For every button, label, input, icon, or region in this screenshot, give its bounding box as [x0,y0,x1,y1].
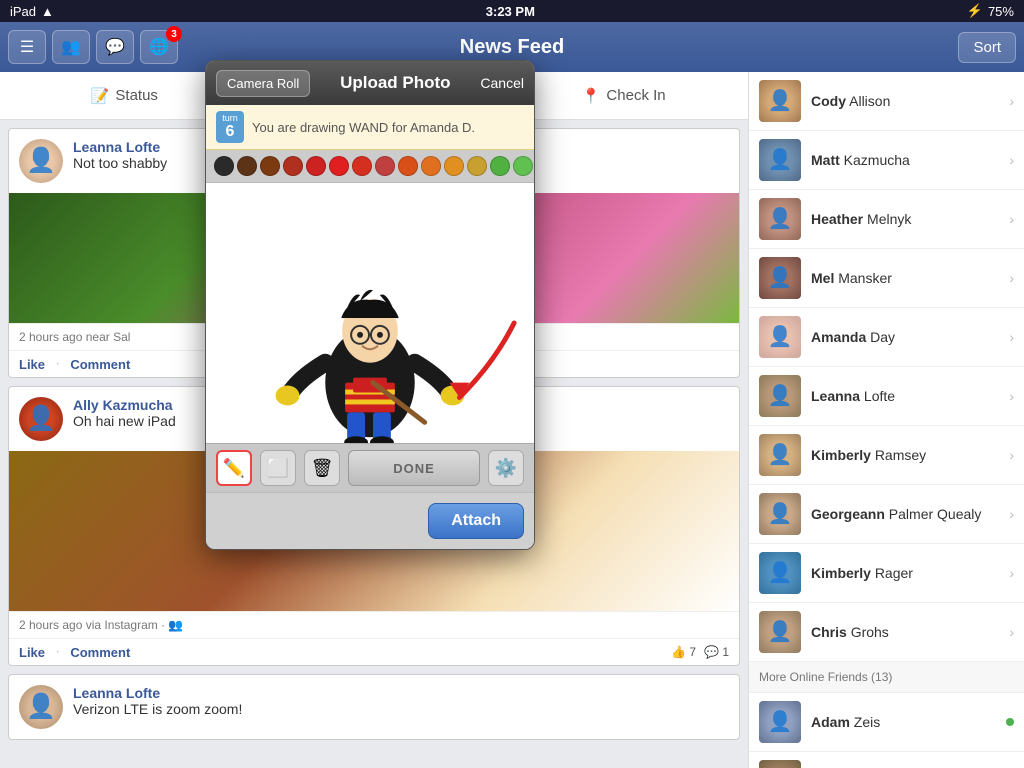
drawing-info: turn 6 You are drawing WAND for Amanda D… [206,105,534,150]
color-black[interactable] [214,156,234,176]
turn-badge: turn 6 [216,111,244,143]
drawing-svg [206,183,534,443]
done-button[interactable]: DONE [348,450,480,486]
modal-title: Upload Photo [320,73,470,93]
color-red[interactable] [329,156,349,176]
color-light-green[interactable] [513,156,533,176]
color-red-dark[interactable] [306,156,326,176]
color-green[interactable] [490,156,510,176]
pencil-button[interactable]: ✏️ [216,450,252,486]
modal-header: Camera Roll Upload Photo Cancel [206,61,534,105]
drawing-text: You are drawing WAND for Amanda D. [252,120,475,135]
turn-number: 6 [222,123,238,141]
color-dark-red[interactable] [283,156,303,176]
color-yellow-orange[interactable] [467,156,487,176]
modal-overlay: Camera Roll Upload Photo Cancel turn 6 Y… [0,0,1024,768]
color-amber[interactable] [444,156,464,176]
drawing-canvas[interactable] [206,183,534,443]
drawing-tools: ✏️ ⬜ 🗑 DONE ⚙️ [206,443,534,492]
color-brown-dark[interactable] [237,156,257,176]
attach-section: Attach [206,492,534,549]
camera-roll-button[interactable]: Camera Roll [216,70,310,97]
settings-button[interactable]: ⚙️ [488,450,524,486]
color-maroon[interactable] [375,156,395,176]
color-brown[interactable] [260,156,280,176]
cancel-button[interactable]: Cancel [480,75,524,91]
turn-label: turn [222,113,238,123]
attach-button[interactable]: Attach [428,503,524,539]
color-orange-red[interactable] [398,156,418,176]
eraser-button[interactable]: ⬜ [260,450,296,486]
color-orange[interactable] [421,156,441,176]
upload-photo-modal: Camera Roll Upload Photo Cancel turn 6 Y… [205,60,535,550]
color-crimson[interactable] [352,156,372,176]
trash-button[interactable]: 🗑 [304,450,340,486]
color-palette: + [206,150,534,183]
